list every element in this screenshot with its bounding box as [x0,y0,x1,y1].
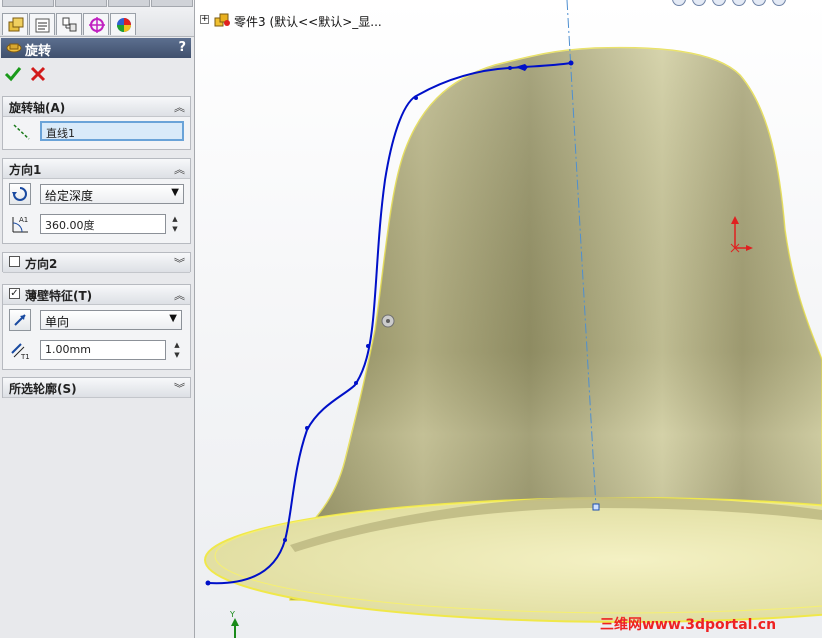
group-title: 方向1 [9,163,42,177]
property-manager-title-bar: 旋转 ? [1,38,191,59]
base-flange[interactable] [204,497,822,623]
dimxpert-tab[interactable] [83,13,109,35]
dropdown-arrow-icon: ▼ [171,187,179,198]
group-title: 方向2 [25,257,58,271]
display-style-icon[interactable] [772,0,786,6]
chevron-up-icon[interactable]: ︽ [174,161,185,177]
thickness-input[interactable]: 1.00mm [40,340,166,360]
top-tab-edge [55,0,107,7]
top-tab-edge [2,0,54,7]
top-tab-edge [108,0,150,7]
part-icon [214,13,230,27]
thin-feature-checkbox[interactable]: ✓ [9,288,20,299]
angle-spinner[interactable]: ▲ ▼ [169,214,181,236]
watermark: 三维网www.3dportal.cn [600,617,777,633]
section-view-icon[interactable] [732,0,746,6]
cancel-button[interactable] [29,65,47,83]
svg-text:A1: A1 [19,216,28,224]
expand-icon[interactable]: + [200,15,209,24]
chevron-down-icon[interactable]: ︾ [174,380,185,396]
heads-up-view-toolbar [672,0,822,10]
axis-selection-field[interactable]: 直线1 [40,121,184,141]
feature-tree-icon [8,17,24,32]
direction2-group: 方向2 ︾ [2,252,191,273]
view-orientation-icon[interactable] [752,0,766,6]
previous-view-icon[interactable] [712,0,726,6]
cursor-marker-dot [386,319,390,323]
centerline-endpoint[interactable] [592,503,600,511]
reverse-thickness-icon [14,314,26,326]
group-header[interactable]: 方向1 ︽ [3,159,190,179]
line-axis-icon [13,124,30,140]
group-header[interactable]: 旋转轴(A) ︽ [3,97,190,117]
chevron-up-icon[interactable]: ︽ [174,287,185,303]
dimxpert-icon [89,17,105,33]
group-title: 所选轮廓(S) [9,382,77,396]
chevron-down-icon[interactable]: ︾ [174,255,185,271]
chevron-up-icon[interactable]: ︽ [174,99,185,115]
top-tab-edges [0,0,194,7]
feature-title: 旋转 [25,44,52,59]
selected-contours-group: 所选轮廓(S) ︾ [2,377,191,398]
ok-button[interactable] [4,65,22,83]
angle-icon: A1 [12,216,28,233]
thickness-icon: T1 [11,343,30,361]
part-name-label: 零件3 (默认<<默认>_显... [234,15,382,29]
display-manager-icon [117,18,131,32]
dropdown-arrow-icon: ▼ [169,313,177,324]
direction2-checkbox[interactable] [9,256,20,267]
revolve-type-dropdown[interactable]: 给定深度 ▼ [40,184,184,204]
feature-manager-tab[interactable] [2,13,28,35]
revolve-icon [6,43,22,53]
thin-type-dropdown[interactable]: 单向 ▼ [40,310,182,330]
configuration-manager-tab[interactable] [56,13,82,35]
display-manager-tab[interactable] [110,13,136,35]
graphics-viewport[interactable]: Y + 零件3 (默认<<默认>_显... 三维网www.3dportal.cn [195,0,822,638]
reverse-direction-button[interactable] [9,183,31,205]
group-title: 旋转轴(A) [9,101,66,115]
thickness-spinner[interactable]: ▲ ▼ [171,340,183,362]
zoom-area-icon[interactable] [692,0,706,6]
manager-tab-strip [0,0,194,37]
dropdown-value: 给定深度 [45,189,94,203]
property-manager-panel: 旋转 ? 旋转轴(A) ︽ 直线1 方向1 ︽ 给定深度 ▼ A1 360.00… [0,0,195,638]
group-title: 薄壁特征(T) [25,289,93,303]
direction1-group: 方向1 ︽ 给定深度 ▼ A1 360.00度 ▲ ▼ [2,158,191,244]
axis-of-revolution-group: 旋转轴(A) ︽ 直线1 [2,96,191,150]
model-scene [204,0,822,638]
property-manager-icon [35,18,50,33]
top-tab-edge [151,0,193,7]
thin-feature-group: ✓ 薄壁特征(T) ︽ 单向 ▼ T1 1.00mm ▲ ▼ [2,284,191,370]
group-header[interactable]: ✓ 薄壁特征(T) ︽ [3,285,190,305]
property-manager-tab[interactable] [29,13,55,35]
group-header[interactable]: 所选轮廓(S) ︾ [3,378,190,398]
angle-input[interactable]: 360.00度 [40,214,166,234]
dropdown-value: 单向 [45,315,70,329]
zoom-to-fit-icon[interactable] [672,0,686,6]
view-triad [231,618,239,638]
group-header[interactable]: 方向2 ︾ [3,253,190,273]
help-button[interactable]: ? [178,40,186,55]
triad-y-label: Y [230,610,235,619]
svg-text:T1: T1 [20,353,30,361]
configuration-icon [62,17,77,32]
reverse-direction-icon [12,187,27,201]
reverse-thickness-button[interactable] [9,309,31,331]
